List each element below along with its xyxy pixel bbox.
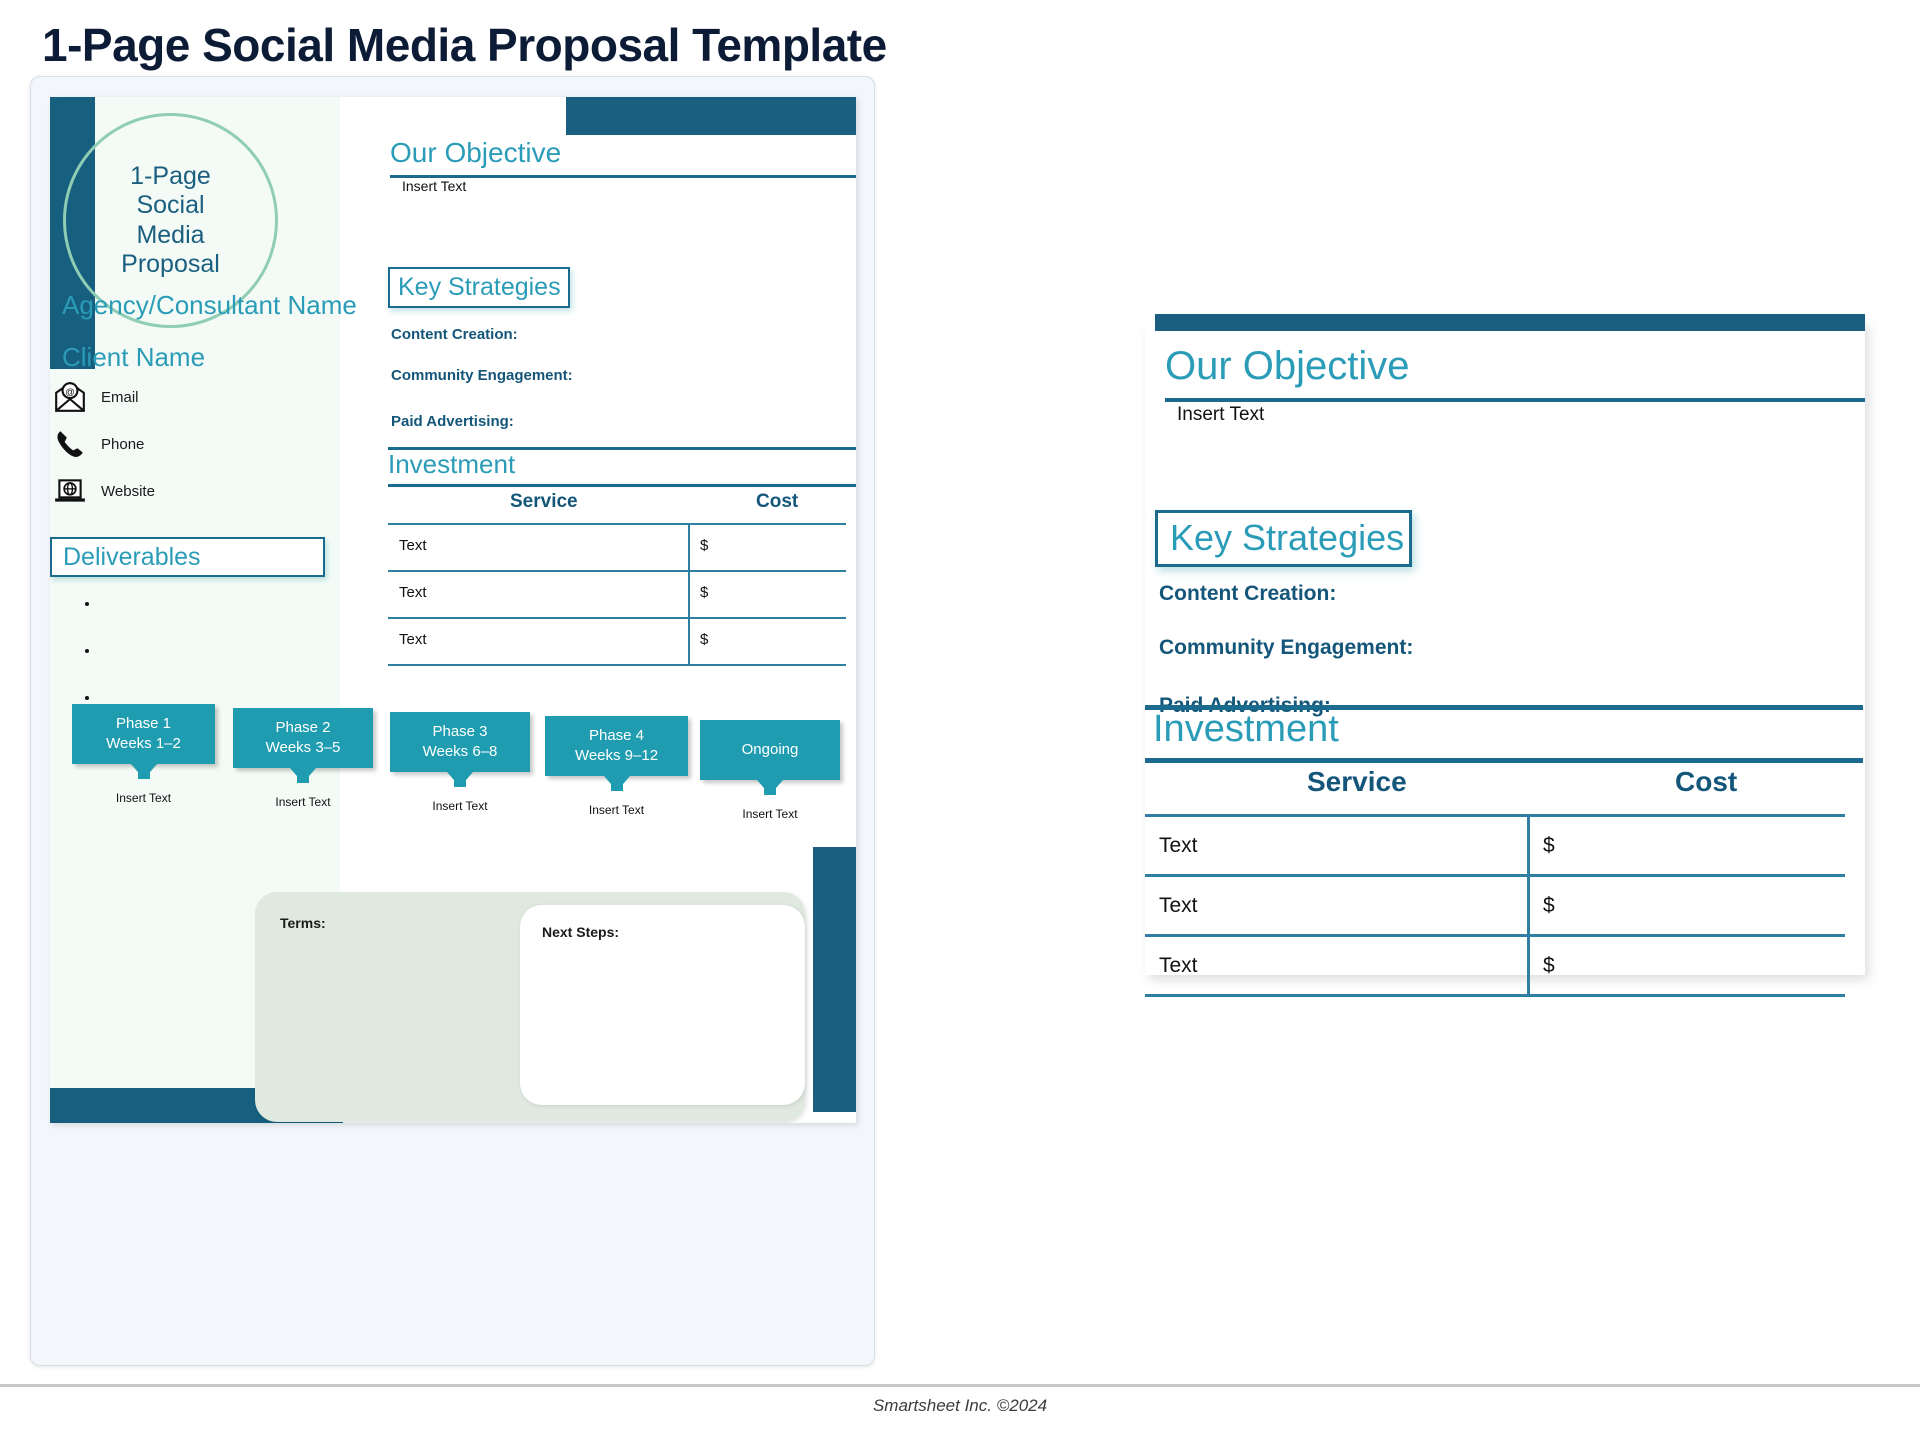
preview-key-strategies-header: Key Strategies	[1155, 510, 1412, 567]
cell-service: Text	[1159, 834, 1198, 857]
preview-decor-topbar	[1155, 314, 1865, 331]
preview-objective-rule	[1165, 398, 1865, 402]
cell-cost: $	[700, 584, 709, 601]
terms-label: Terms:	[280, 915, 326, 931]
key-strategies-header: Key Strategies	[388, 267, 570, 308]
cell-service: Text	[399, 631, 427, 648]
table-row[interactable]: Text $	[1145, 877, 1845, 937]
phase-1[interactable]: Phase 1 Weeks 1–2 Insert Text	[72, 704, 215, 805]
cell-service: Text	[399, 584, 427, 601]
cell-service: Text	[1159, 954, 1198, 977]
phase-1-arrow-icon	[130, 763, 157, 779]
footer-text: Smartsheet Inc. ©2024	[872, 1396, 1048, 1415]
next-steps-label: Next Steps:	[542, 924, 620, 940]
phase-ongoing-arrow-icon	[757, 779, 783, 795]
table-row[interactable]: Text $	[388, 525, 846, 572]
table-row[interactable]: Text $	[388, 619, 846, 666]
contact-email-label: Email	[101, 388, 139, 406]
strategy-paid-advertising: Paid Advertising:	[391, 413, 514, 430]
preview-column-header-cost: Cost	[1675, 766, 1738, 797]
phase-1-label: Phase 1 Weeks 1–2	[106, 714, 181, 752]
deliverables-title: Deliverables	[63, 543, 201, 571]
phase-3[interactable]: Phase 3 Weeks 6–8 Insert Text	[390, 712, 530, 813]
investment-table-header: Service Cost	[388, 489, 846, 523]
preview-table-body: Text $ Text $ Text $	[1145, 814, 1845, 997]
cell-cost: $	[1543, 834, 1555, 857]
preview-investment-rule-bottom	[1145, 758, 1863, 763]
cell-cost: $	[700, 631, 709, 648]
cell-cost: $	[1543, 954, 1555, 977]
phase-2-label: Phase 2 Weeks 3–5	[265, 718, 341, 756]
table-row[interactable]: Text $	[388, 572, 846, 619]
phase-3-arrow-icon	[447, 771, 473, 787]
phone-icon	[57, 431, 83, 457]
phase-3-label: Phase 3 Weeks 6–8	[422, 722, 498, 760]
investment-table-body: Text $ Text $ Text $	[388, 523, 846, 666]
column-header-cost: Cost	[756, 491, 799, 512]
page-title: 1-Page Social Media Proposal Template	[42, 19, 887, 71]
investment-rule-bottom	[388, 484, 856, 487]
key-strategies-title: Key Strategies	[398, 273, 561, 301]
phase-ongoing[interactable]: Ongoing Insert Text	[700, 720, 840, 821]
screenshot-root: 1-Page Social Media Proposal Template 1-…	[0, 0, 1920, 1440]
agency-name[interactable]: Agency/Consultant Name	[62, 290, 357, 321]
phase-2-caption[interactable]: Insert Text	[233, 795, 373, 809]
phase-2[interactable]: Phase 2 Weeks 3–5 Insert Text	[233, 708, 373, 809]
strategy-community-engagement: Community Engagement:	[391, 367, 573, 384]
preview-strategy-community-engagement: Community Engagement:	[1159, 636, 1414, 659]
website-icon	[55, 479, 85, 502]
preview-objective-title: Our Objective	[1165, 344, 1410, 388]
column-header-service: Service	[510, 491, 578, 512]
table-row[interactable]: Text $	[1145, 817, 1845, 877]
email-icon: @	[55, 381, 85, 412]
decor-strip-top-right	[566, 97, 856, 135]
contact-website[interactable]: Website	[53, 475, 155, 507]
phase-4-label: Phase 4 Weeks 9–12	[574, 726, 659, 764]
preview-panel: Our Objective Insert Text Key Strategies…	[1145, 314, 1865, 997]
strategy-content-creation: Content Creation:	[391, 326, 518, 343]
preview-column-header-service: Service	[1307, 766, 1407, 797]
preview-objective-body[interactable]: Insert Text	[1177, 404, 1264, 426]
cell-cost: $	[700, 537, 709, 554]
preview-investment-title: Investment	[1153, 708, 1339, 750]
proposal-page: 1-Page Social Media Proposal Agency/Cons…	[50, 97, 856, 1123]
phase-ongoing-caption[interactable]: Insert Text	[700, 807, 840, 821]
svg-text:@: @	[65, 387, 75, 398]
contact-phone-label: Phone	[101, 435, 145, 453]
decor-strip-right-lower	[813, 847, 856, 1112]
cell-service: Text	[1159, 894, 1198, 917]
preview-strategy-content-creation: Content Creation:	[1159, 582, 1337, 605]
preview-table-header: Service Cost	[1145, 764, 1845, 814]
phase-1-caption[interactable]: Insert Text	[72, 791, 215, 805]
phase-ongoing-label: Ongoing	[741, 740, 799, 758]
investment-table: Service Cost Text $ Text $ Text $	[388, 489, 846, 666]
phase-4[interactable]: Phase 4 Weeks 9–12 Insert Text	[545, 716, 688, 817]
contact-phone[interactable]: Phone	[53, 428, 144, 460]
investment-title: Investment	[388, 449, 516, 479]
table-row[interactable]: Text $	[1145, 937, 1845, 997]
phase-timeline: Phase 1 Weeks 1–2 Insert Text Phase 2 We…	[50, 704, 856, 839]
client-name[interactable]: Client Name	[62, 342, 205, 373]
phase-4-arrow-icon	[603, 775, 630, 791]
cell-service: Text	[399, 537, 427, 554]
phase-2-arrow-icon	[290, 767, 316, 783]
cell-cost: $	[1543, 894, 1555, 917]
footer-divider	[0, 1384, 1920, 1387]
next-steps-card[interactable]: Next Steps:	[520, 905, 805, 1105]
contact-email[interactable]: @ Email	[53, 381, 139, 413]
logo-text: 1-Page Social Media Proposal	[121, 162, 220, 278]
objective-title: Our Objective	[390, 137, 562, 168]
contact-website-label: Website	[101, 482, 155, 500]
preview-investment-table: Service Cost Text $ Text $ Text $	[1145, 764, 1845, 997]
phase-3-caption[interactable]: Insert Text	[390, 799, 530, 813]
deliverables-header: Deliverables	[50, 537, 325, 577]
preview-key-strategies-title: Key Strategies	[1170, 517, 1405, 558]
phase-4-caption[interactable]: Insert Text	[545, 803, 688, 817]
objective-body[interactable]: Insert Text	[402, 178, 466, 194]
